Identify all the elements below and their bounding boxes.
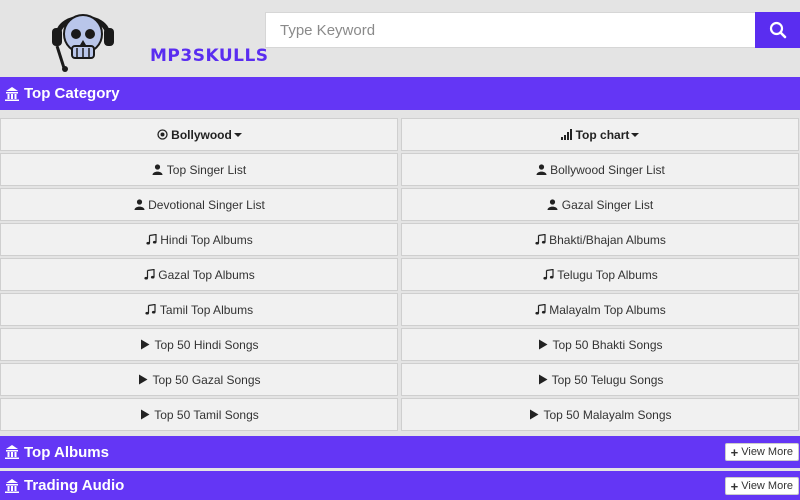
category-link[interactable]: Top 50 Hindi Songs bbox=[0, 328, 398, 361]
category-link[interactable]: Top Singer List bbox=[0, 153, 398, 186]
view-more-label: View More bbox=[741, 480, 793, 492]
top-category-bar: Top Category bbox=[0, 77, 800, 110]
temple-icon bbox=[5, 86, 19, 101]
category-link[interactable]: Top 50 Tamil Songs bbox=[0, 398, 398, 431]
music-note-icon bbox=[143, 269, 155, 281]
category-link[interactable]: Malayalm Top Albums bbox=[401, 293, 799, 326]
play-icon bbox=[537, 339, 549, 351]
category-link-label: Tamil Top Albums bbox=[159, 302, 254, 317]
category-link-label: Devotional Singer List bbox=[148, 197, 265, 212]
bollywood-dropdown[interactable]: Bollywood bbox=[0, 118, 398, 151]
top-albums-bar: Top Albums + View More bbox=[0, 436, 800, 468]
category-link-label: Top Singer List bbox=[166, 162, 247, 177]
category-link[interactable]: Hindi Top Albums bbox=[0, 223, 398, 256]
category-link-label: Bollywood Singer List bbox=[550, 162, 665, 177]
section-title-top-category: Top Category bbox=[24, 85, 120, 102]
category-link[interactable]: Top 50 Gazal Songs bbox=[0, 363, 398, 396]
search-button[interactable] bbox=[755, 12, 800, 48]
site-logo[interactable]: MP3SKULLS bbox=[48, 2, 268, 72]
music-note-icon bbox=[534, 234, 546, 246]
signal-bars-icon bbox=[561, 129, 573, 141]
category-link[interactable]: Bhakti/Bhajan Albums bbox=[401, 223, 799, 256]
search-input[interactable] bbox=[265, 12, 755, 48]
top-chart-label: Top chart bbox=[575, 127, 630, 142]
category-link[interactable]: Devotional Singer List bbox=[0, 188, 398, 221]
site-header: MP3SKULLS bbox=[0, 0, 800, 77]
category-link[interactable]: Top 50 Bhakti Songs bbox=[401, 328, 799, 361]
category-link-label: Gazal Top Albums bbox=[158, 267, 255, 282]
play-icon bbox=[137, 374, 149, 386]
trading-audio-view-more-button[interactable]: + View More bbox=[724, 477, 799, 495]
logo-text: MP3SKULLS bbox=[150, 46, 269, 66]
category-link-label: Telugu Top Albums bbox=[557, 267, 658, 282]
category-link[interactable]: Gazal Top Albums bbox=[0, 258, 398, 291]
play-icon bbox=[537, 374, 549, 386]
category-link-label: Top 50 Malayalm Songs bbox=[543, 407, 672, 422]
category-link-label: Top 50 Telugu Songs bbox=[551, 372, 664, 387]
plus-icon: + bbox=[730, 478, 739, 494]
view-more-label: View More bbox=[741, 446, 793, 458]
top-chart-dropdown[interactable]: Top chart bbox=[401, 118, 799, 151]
play-icon bbox=[139, 339, 151, 351]
category-link-label: Top 50 Hindi Songs bbox=[154, 337, 259, 352]
bollywood-label: Bollywood bbox=[171, 127, 232, 142]
category-link[interactable]: Bollywood Singer List bbox=[401, 153, 799, 186]
category-link-label: Top 50 Bhakti Songs bbox=[552, 337, 663, 352]
temple-icon bbox=[5, 478, 19, 493]
chevron-down-icon bbox=[233, 132, 242, 137]
trading-audio-bar: Trading Audio + View More bbox=[0, 471, 800, 500]
play-icon bbox=[139, 409, 151, 421]
music-note-icon bbox=[145, 234, 157, 246]
category-link-label: Hindi Top Albums bbox=[160, 232, 253, 247]
category-link-label: Gazal Singer List bbox=[561, 197, 654, 212]
play-icon bbox=[528, 409, 540, 421]
search-icon bbox=[769, 21, 786, 39]
music-note-icon bbox=[145, 304, 157, 316]
category-link-label: Top 50 Gazal Songs bbox=[152, 372, 261, 387]
category-link-label: Malayalm Top Albums bbox=[549, 302, 666, 317]
chevron-down-icon bbox=[631, 132, 640, 137]
user-icon bbox=[133, 199, 145, 211]
user-icon bbox=[535, 164, 547, 176]
music-note-icon bbox=[534, 304, 546, 316]
category-link[interactable]: Telugu Top Albums bbox=[401, 258, 799, 291]
record-icon bbox=[156, 129, 168, 141]
section-title-top-albums: Top Albums bbox=[24, 443, 109, 461]
top-albums-view-more-button[interactable]: + View More bbox=[724, 443, 799, 461]
category-link-label: Top 50 Tamil Songs bbox=[154, 407, 259, 422]
category-link[interactable]: Gazal Singer List bbox=[401, 188, 799, 221]
user-icon bbox=[547, 199, 559, 211]
user-icon bbox=[152, 164, 164, 176]
category-link-label: Bhakti/Bhajan Albums bbox=[549, 232, 666, 247]
music-note-icon bbox=[542, 269, 554, 281]
category-link[interactable]: Tamil Top Albums bbox=[0, 293, 398, 326]
category-link[interactable]: Top 50 Telugu Songs bbox=[401, 363, 799, 396]
skull-headphones-icon bbox=[52, 14, 114, 72]
temple-icon bbox=[5, 445, 19, 459]
category-link[interactable]: Top 50 Malayalm Songs bbox=[401, 398, 799, 431]
section-title-trading-audio: Trading Audio bbox=[24, 477, 125, 494]
plus-icon: + bbox=[730, 444, 739, 460]
